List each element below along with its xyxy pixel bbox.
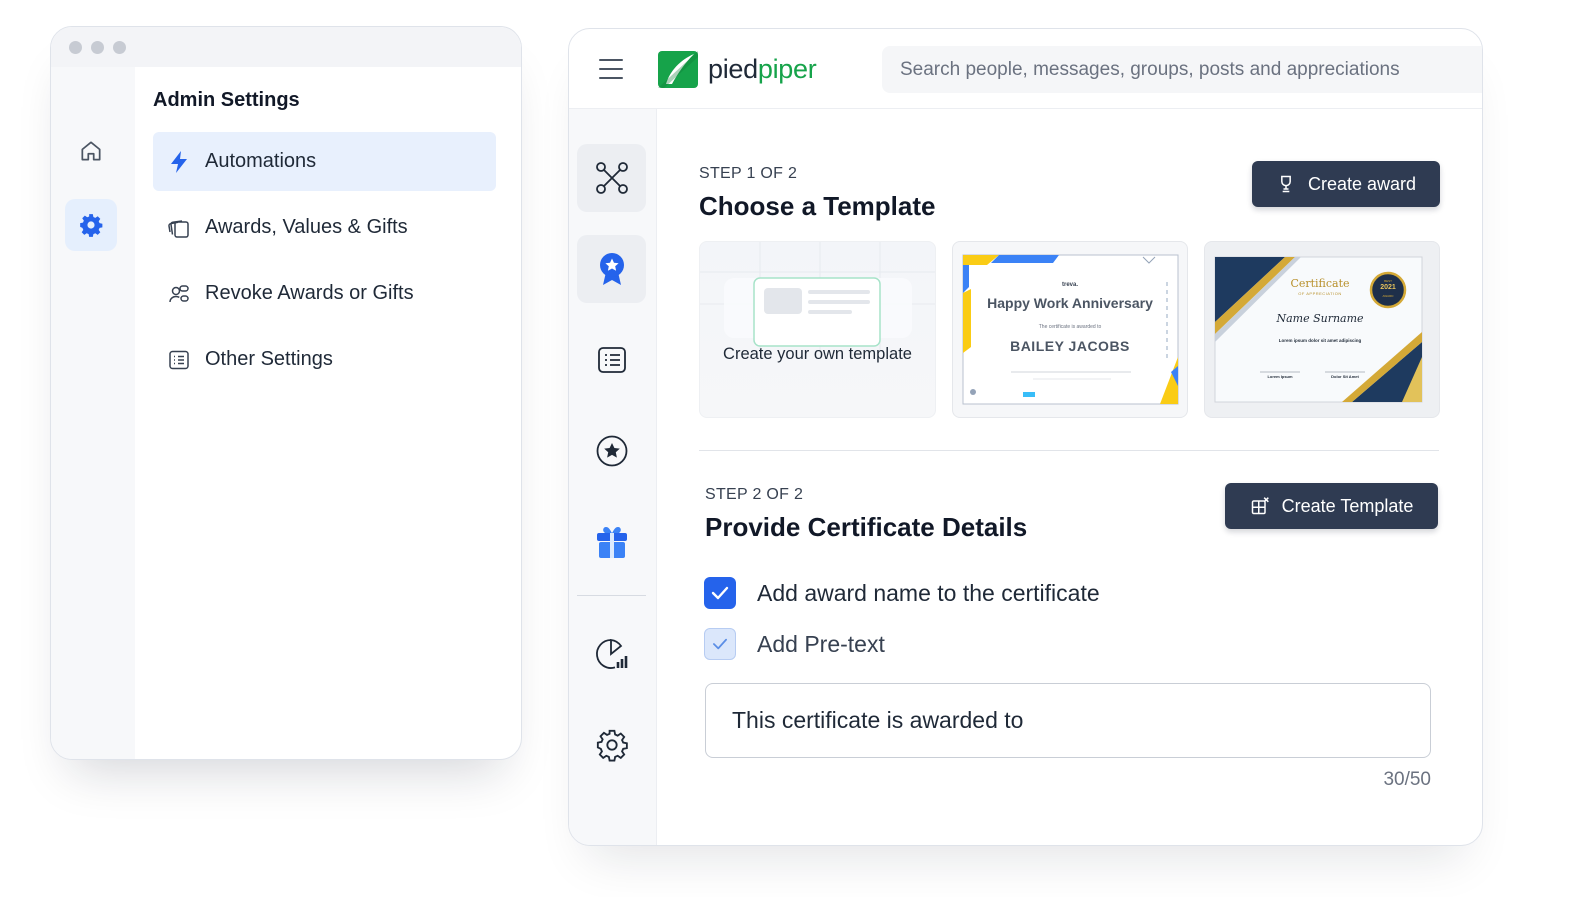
template3-sign-left: Lorem Ipsum <box>1267 374 1293 379</box>
search-input[interactable]: Search people, messages, groups, posts a… <box>882 46 1482 93</box>
menu-item-other-settings[interactable]: Other Settings <box>153 330 496 389</box>
users-link-icon <box>167 282 191 306</box>
rail-home-button[interactable] <box>65 125 117 177</box>
template2-name: BAILEY JACOBS <box>1010 338 1130 354</box>
stacked-cards-icon <box>167 216 191 240</box>
rail-gift-button[interactable] <box>577 508 646 576</box>
award-name-checkbox-label: Add award name to the certificate <box>757 579 1100 606</box>
gift-icon <box>596 527 627 558</box>
checkmark-icon <box>711 586 729 600</box>
create-award-button[interactable]: Create award <box>1252 161 1440 207</box>
app-window: piedpiper Search people, messages, group… <box>568 28 1483 846</box>
list-icon <box>167 348 191 372</box>
rail-divider <box>577 595 646 596</box>
lightning-icon <box>167 150 191 174</box>
window-control-dot[interactable] <box>91 40 104 54</box>
menu-item-awards-values-gifts[interactable]: Awards, Values & Gifts <box>153 198 496 257</box>
certificate-setup-card: STEP 1 OF 2 Choose a Template Create awa… <box>675 135 1461 823</box>
piedpiper-logo[interactable]: piedpiper <box>658 51 817 88</box>
step2-title: Provide Certificate Details <box>705 512 1028 542</box>
rail-network-button[interactable] <box>577 144 646 212</box>
template-placeholder-graphic <box>700 242 935 352</box>
admin-sidebar-rail <box>51 67 135 759</box>
list-card-icon <box>597 347 626 373</box>
check-award-name-row[interactable]: Add award name to the certificate <box>704 577 1100 609</box>
settings-icon <box>596 729 628 762</box>
template3-seal-bottom: AWARD <box>1382 294 1394 298</box>
create-own-template-label: Create your own template <box>723 345 912 363</box>
hamburger-menu-icon[interactable] <box>599 59 623 79</box>
piedpiper-logo-mark <box>658 51 698 88</box>
menu-item-label: Automations <box>205 150 317 172</box>
template-add-icon <box>1251 497 1269 515</box>
network-icon <box>595 162 628 194</box>
template3-name: Name Surname <box>1276 312 1364 325</box>
template-create-own[interactable]: Create your own template <box>699 241 936 418</box>
analytics-icon <box>595 638 627 669</box>
template3-heading: Certificate <box>1290 277 1350 290</box>
template2-heading: Happy Work Anniversary <box>987 295 1153 311</box>
create-template-button[interactable]: Create Template <box>1225 483 1438 529</box>
star-circle-icon <box>596 435 627 467</box>
pretext-input[interactable]: This certificate is awarded to <box>705 683 1431 758</box>
check-pretext-row[interactable]: Add Pre-text <box>704 628 885 660</box>
window-control-dot[interactable] <box>69 40 82 54</box>
appreciation-certificate-thumbnail <box>1214 256 1423 403</box>
template3-line: Lorem ipsum dolor sit amet adipiscing <box>1278 338 1362 343</box>
admin-settings-window: Admin Settings Automations Awards, Value… <box>50 26 522 760</box>
window-titlebar <box>51 27 521 67</box>
template-appreciation[interactable]: Certificate OF APPRECIATION Name Surname… <box>1204 241 1440 418</box>
admin-settings-panel: Admin Settings Automations Awards, Value… <box>135 67 521 759</box>
section-divider <box>699 450 1439 451</box>
menu-item-label: Revoke Awards or Gifts <box>205 282 414 304</box>
admin-settings-title: Admin Settings <box>153 89 300 111</box>
home-icon <box>81 141 101 161</box>
rail-settings-button[interactable] <box>577 711 646 779</box>
award-ribbon-icon <box>599 253 624 285</box>
pretext-checkbox[interactable] <box>704 628 736 660</box>
character-counter: 30/50 <box>1383 769 1431 790</box>
menu-item-label: Other Settings <box>205 348 333 370</box>
step1-title: Choose a Template <box>699 191 936 221</box>
template3-seal-year: 2021 <box>1380 284 1396 291</box>
gear-icon <box>80 214 103 237</box>
rail-star-button[interactable] <box>577 417 646 485</box>
rail-list-button[interactable] <box>577 326 646 394</box>
app-sidebar-rail <box>569 109 657 845</box>
step2-label: STEP 2 OF 2 <box>705 486 804 503</box>
pretext-checkbox-label: Add Pre-text <box>757 630 885 657</box>
window-control-dot[interactable] <box>113 40 126 54</box>
menu-item-automations[interactable]: Automations <box>153 132 496 191</box>
template3-seal-top: BEST <box>1384 279 1392 283</box>
rail-analytics-button[interactable] <box>577 620 646 688</box>
menu-item-label: Awards, Values & Gifts <box>205 216 408 238</box>
template-work-anniversary[interactable]: treva. Happy Work Anniversary The certif… <box>952 241 1188 418</box>
award-name-checkbox[interactable] <box>704 577 736 609</box>
app-header: piedpiper Search people, messages, group… <box>569 29 1482 109</box>
anniversary-certificate-thumbnail <box>962 254 1179 405</box>
rail-awards-button[interactable] <box>577 235 646 303</box>
logo-text: piedpiper <box>708 54 817 84</box>
template3-sub: OF APPRECIATION <box>1298 291 1342 296</box>
template2-brand: treva. <box>1061 282 1078 288</box>
checkmark-icon <box>713 638 727 650</box>
template3-sign-right: Dolor Sit Amet <box>1331 374 1359 379</box>
step1-label: STEP 1 OF 2 <box>699 165 798 182</box>
template2-sub: The certificate is awarded to <box>1038 324 1102 330</box>
menu-item-revoke-awards[interactable]: Revoke Awards or Gifts <box>153 264 496 323</box>
rail-settings-button[interactable] <box>65 199 117 251</box>
trophy-icon <box>1281 175 1291 193</box>
